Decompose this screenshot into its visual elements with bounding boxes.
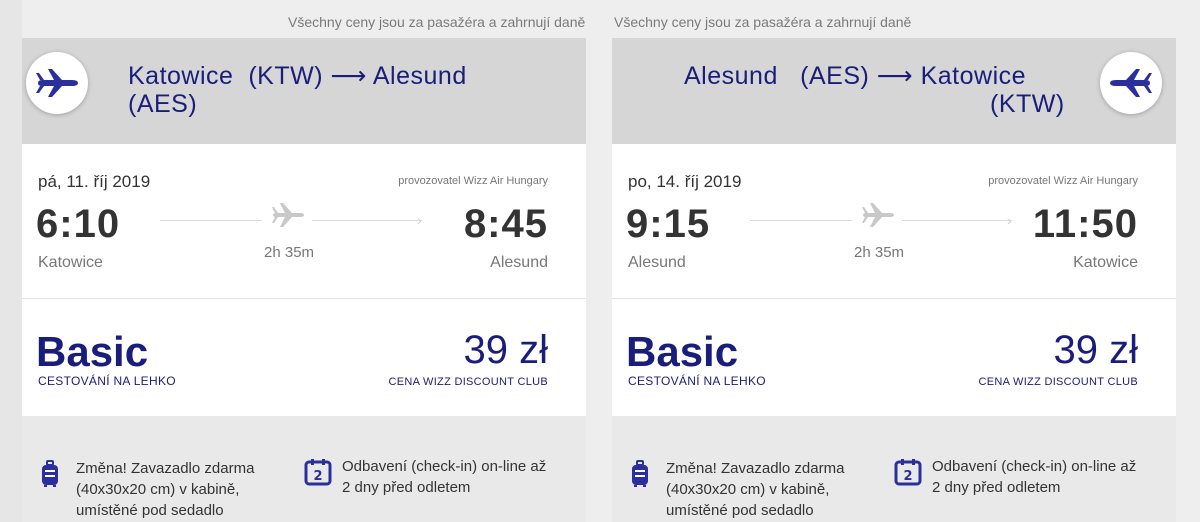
luggage-icon — [40, 460, 60, 493]
return-flight-panel: Všechny ceny jsou za pasažéra a zahrnují… — [612, 0, 1176, 522]
luggage-icon — [630, 460, 650, 493]
price-note: Všechny ceny jsou za pasažéra a zahrnují… — [614, 14, 912, 30]
plane-flight-icon — [860, 202, 896, 233]
operator-label: provozovatel Wizz Air Hungary — [988, 175, 1138, 187]
operator-label: provozovatel Wizz Air Hungary — [398, 175, 548, 187]
fare-price-note: CENA WIZZ DISCOUNT CLUB — [978, 376, 1138, 388]
route-title: Katowice (KTW) ⟶ Alesund — [128, 62, 467, 90]
route-title-cont: (AES) — [128, 90, 198, 118]
departure-city: Alesund — [628, 254, 686, 271]
fare-subtitle: CESTOVÁNÍ NA LEHKO — [38, 374, 176, 388]
price-note: Všechny ceny jsou za pasažéra a zahrnují… — [288, 14, 586, 30]
feature-online-checkin: Odbavení (check-in) on-line až 2 dny pře… — [342, 458, 547, 496]
svg-text:2: 2 — [903, 469, 912, 484]
route-arrow-icon: › — [1007, 212, 1012, 228]
flight-date: po, 14. říj 2019 — [628, 172, 742, 191]
route-header: Alesund (AES) ⟶ Katowice (KTW) — [612, 38, 1176, 144]
departure-time: 6:10 — [36, 202, 121, 246]
card-divider — [612, 298, 1176, 299]
fare-features: Změna! Zavazadlo zdarma (40x30x20 cm) v … — [612, 416, 1176, 522]
flight-details-card[interactable]: po, 14. říj 2019 provozovatel Wizz Air H… — [612, 144, 1176, 416]
arrival-city: Alesund — [490, 254, 548, 271]
calendar-icon: 2 — [894, 458, 922, 491]
calendar-icon: 2 — [304, 458, 332, 491]
arrival-time: 8:45 — [463, 202, 548, 246]
route-line — [750, 220, 852, 221]
plane-return-icon — [1100, 52, 1162, 114]
feature-cabin-bag: Změna! Zavazadlo zdarma (40x30x20 cm) v … — [666, 460, 845, 519]
plane-flight-icon — [270, 202, 306, 233]
departure-time: 9:15 — [626, 202, 711, 246]
route-header: Katowice (KTW) ⟶ Alesund (AES) — [22, 38, 586, 144]
route-line — [312, 220, 422, 221]
fare-price-note: CENA WIZZ DISCOUNT CLUB — [388, 376, 548, 388]
card-divider — [22, 298, 586, 299]
route-line — [160, 220, 262, 221]
plane-outbound-icon — [26, 52, 88, 114]
route-title-cont: (KTW) — [990, 90, 1065, 118]
flight-duration: 2h 35m — [264, 244, 315, 261]
svg-text:2: 2 — [313, 469, 322, 484]
flight-details-card[interactable]: pá, 11. říj 2019 provozovatel Wizz Air H… — [22, 144, 586, 416]
fare-subtitle: CESTOVÁNÍ NA LEHKO — [628, 374, 766, 388]
left-edge-strip — [0, 0, 22, 522]
fare-price: 39 zł — [1053, 328, 1139, 372]
panel-gap — [586, 0, 612, 522]
fare-features: Změna! Zavazadlo zdarma (40x30x20 cm) v … — [22, 416, 586, 522]
feature-online-checkin: Odbavení (check-in) on-line až 2 dny pře… — [932, 458, 1137, 496]
arrival-time: 11:50 — [1032, 202, 1138, 246]
flight-date: pá, 11. říj 2019 — [38, 172, 151, 191]
outbound-flight-panel: Všechny ceny jsou za pasažéra a zahrnují… — [22, 0, 586, 522]
route-title: Alesund (AES) ⟶ Katowice — [684, 62, 1027, 90]
arrival-city: Katowice — [1073, 254, 1138, 271]
feature-cabin-bag: Změna! Zavazadlo zdarma (40x30x20 cm) v … — [76, 460, 255, 519]
departure-city: Katowice — [38, 254, 103, 271]
flight-duration: 2h 35m — [854, 244, 905, 261]
fare-price: 39 zł — [463, 328, 549, 372]
fare-name: Basic — [626, 328, 739, 375]
fare-name: Basic — [36, 328, 149, 375]
route-line — [902, 220, 1012, 221]
route-arrow-icon: › — [417, 212, 422, 228]
